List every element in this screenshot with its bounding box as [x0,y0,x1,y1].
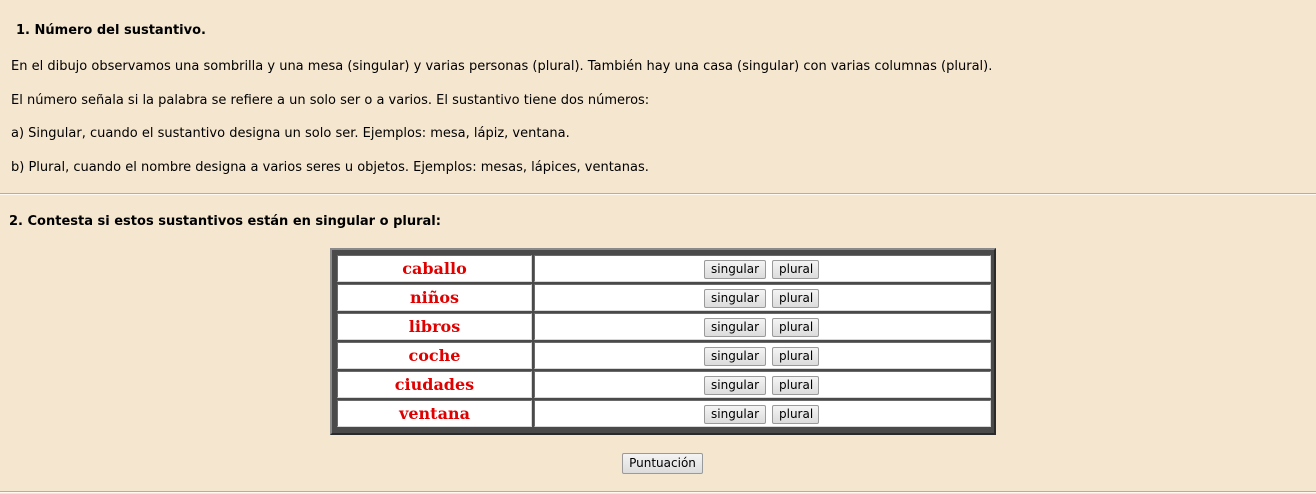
plural-button[interactable]: plural [772,318,819,337]
noun-word: niños [409,288,460,307]
singular-button[interactable]: singular [704,405,766,424]
exercise-table: caballo singular plural niños singular p… [330,248,996,435]
word-cell: niños [337,284,532,311]
answer-cell: singular plural [534,342,991,369]
singular-button[interactable]: singular [704,318,766,337]
word-cell: ciudades [337,371,532,398]
paragraph-3: a) Singular, cuando el sustantivo design… [11,126,570,141]
noun-word: ventana [399,404,470,423]
answer-cell: singular plural [534,255,991,282]
plural-button[interactable]: plural [772,405,819,424]
divider [0,491,1316,493]
score-button[interactable]: Puntuación [622,453,703,474]
plural-button[interactable]: plural [772,260,819,279]
singular-button[interactable]: singular [704,260,766,279]
table-row: caballo singular plural [337,255,991,282]
table-row: ventana singular plural [337,400,991,427]
table-row: libros singular plural [337,313,991,340]
singular-button[interactable]: singular [704,347,766,366]
section2-title: 2. Contesta si estos sustantivos están e… [9,214,441,229]
plural-button[interactable]: plural [772,289,819,308]
answer-cell: singular plural [534,284,991,311]
word-cell: coche [337,342,532,369]
word-cell: ventana [337,400,532,427]
section1-title: 1. Número del sustantivo. [16,23,206,38]
paragraph-2: El número señala si la palabra se refier… [11,93,650,108]
answer-cell: singular plural [534,313,991,340]
noun-word: caballo [402,259,467,278]
paragraph-1: En el dibujo observamos una sombrilla y … [11,59,993,74]
singular-button[interactable]: singular [704,289,766,308]
plural-button[interactable]: plural [772,376,819,395]
noun-word: libros [408,317,461,336]
table-row: niños singular plural [337,284,991,311]
word-cell: libros [337,313,532,340]
singular-button[interactable]: singular [704,376,766,395]
word-cell: caballo [337,255,532,282]
answer-cell: singular plural [534,371,991,398]
noun-word: ciudades [394,375,475,394]
plural-button[interactable]: plural [772,347,819,366]
divider [0,193,1316,195]
table-row: ciudades singular plural [337,371,991,398]
answer-cell: singular plural [534,400,991,427]
table-row: coche singular plural [337,342,991,369]
paragraph-4: b) Plural, cuando el nombre designa a va… [11,160,649,175]
noun-word: coche [408,346,461,365]
